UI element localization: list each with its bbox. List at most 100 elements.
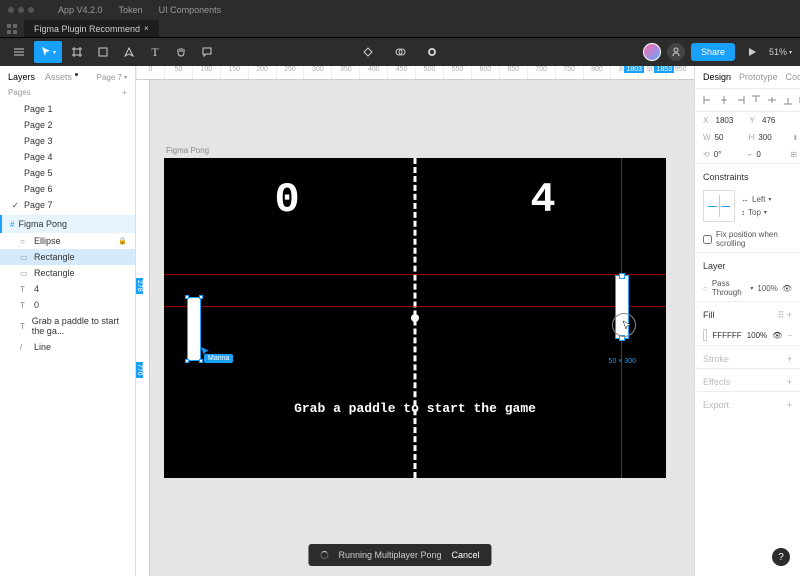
ruler-vertical[interactable]: 278 776 bbox=[136, 80, 150, 576]
dimension-label: 50 × 300 bbox=[609, 358, 636, 365]
page-item[interactable]: ✓Page 7 bbox=[0, 197, 135, 213]
eye-icon[interactable]: 👁 bbox=[772, 331, 782, 340]
layer-header: Layer bbox=[703, 261, 726, 271]
hand-tool[interactable] bbox=[170, 41, 192, 63]
toast-cancel-button[interactable]: Cancel bbox=[452, 550, 480, 560]
align-controls bbox=[695, 89, 800, 112]
layer-item[interactable]: ▭Rectangle bbox=[0, 249, 135, 265]
export-header: Export bbox=[703, 400, 729, 410]
left-panel: Layers Assets Page 7▾ Pages + Page 1Page… bbox=[0, 66, 136, 576]
add-fill-icon[interactable]: + bbox=[787, 310, 792, 320]
avatar[interactable] bbox=[643, 43, 661, 61]
canvas[interactable]: 0501001502002503003504004505005506006507… bbox=[136, 66, 694, 576]
align-top-icon[interactable] bbox=[751, 95, 761, 105]
fix-scroll-checkbox[interactable] bbox=[703, 235, 712, 244]
tab-layers[interactable]: Layers bbox=[8, 72, 35, 82]
layer-item[interactable]: TGrab a paddle to start the ga... bbox=[0, 313, 135, 339]
tab-design[interactable]: Design bbox=[703, 72, 731, 82]
tab-prototype[interactable]: Prototype bbox=[739, 72, 778, 82]
share-button[interactable]: Share bbox=[691, 43, 735, 61]
align-bottom-icon[interactable] bbox=[783, 95, 793, 105]
pong-frame[interactable]: 0 4 Grab a paddle to start the game Mari… bbox=[164, 158, 666, 478]
w-input[interactable] bbox=[715, 133, 745, 142]
fill-opacity[interactable]: 100% bbox=[747, 331, 767, 340]
tab-assets[interactable]: Assets bbox=[45, 72, 72, 82]
page-item[interactable]: Page 4 bbox=[0, 149, 135, 165]
menu-app[interactable]: App V4.2.0 bbox=[58, 5, 103, 15]
layer-item[interactable]: T0 bbox=[0, 297, 135, 313]
page-item[interactable]: Page 1 bbox=[0, 101, 135, 117]
y-input[interactable] bbox=[762, 116, 792, 125]
align-vcenter-icon[interactable] bbox=[767, 95, 777, 105]
component-icon[interactable] bbox=[357, 41, 379, 63]
right-panel: Design Prototype Code XY WH⬍ ⟲⌐⊞ Constra… bbox=[694, 66, 800, 576]
layer-item[interactable]: ○Ellipse🔒 bbox=[0, 233, 135, 249]
h-input[interactable] bbox=[758, 133, 788, 142]
frame-layer[interactable]: # Figma Pong bbox=[0, 215, 135, 233]
frame-label[interactable]: Figma Pong bbox=[166, 146, 209, 155]
smart-guide bbox=[164, 306, 666, 307]
menu-icon[interactable] bbox=[8, 41, 30, 63]
constraint-widget[interactable] bbox=[703, 190, 735, 222]
constraint-v-select[interactable]: ↕ Top ▾ bbox=[741, 208, 771, 217]
score-right: 4 bbox=[530, 176, 555, 224]
tab-code[interactable]: Code bbox=[786, 72, 800, 82]
menu-ui-components[interactable]: UI Components bbox=[159, 5, 222, 15]
avatar-extra[interactable] bbox=[667, 43, 685, 61]
tab-active[interactable]: Figma Plugin Recommend × bbox=[24, 20, 159, 37]
align-left-icon[interactable] bbox=[703, 95, 713, 105]
x-input[interactable] bbox=[716, 116, 746, 125]
rotation-input[interactable] bbox=[714, 150, 744, 159]
constraints-header: Constraints bbox=[703, 172, 749, 182]
effects-header: Effects bbox=[703, 377, 730, 387]
zoom-level[interactable]: 51%▾ bbox=[769, 47, 792, 57]
ruler-horizontal[interactable]: 0501001502002503003504004505005506006507… bbox=[136, 66, 694, 80]
fill-header: Fill bbox=[703, 310, 715, 321]
close-icon[interactable]: × bbox=[144, 24, 149, 33]
move-tool[interactable]: ▾ bbox=[34, 41, 62, 63]
frame-tool[interactable] bbox=[66, 41, 88, 63]
paddle-left[interactable] bbox=[188, 298, 200, 360]
help-button[interactable]: ? bbox=[772, 548, 790, 566]
home-icon[interactable] bbox=[0, 18, 24, 40]
fill-hex[interactable]: FFFFFF bbox=[712, 331, 741, 340]
layer-opacity[interactable]: 100% bbox=[757, 284, 777, 293]
align-right-icon[interactable] bbox=[735, 95, 745, 105]
corners-icon[interactable]: ⊞ bbox=[790, 150, 797, 159]
cursor-icon bbox=[622, 320, 632, 330]
add-effect-icon[interactable]: + bbox=[787, 377, 792, 387]
layer-item[interactable]: ▭Rectangle bbox=[0, 265, 135, 281]
fill-style-icon[interactable]: ⠿ bbox=[778, 310, 785, 320]
add-export-icon[interactable]: + bbox=[787, 400, 792, 410]
page-selector[interactable]: Page 7▾ bbox=[97, 73, 127, 82]
page-item[interactable]: Page 3 bbox=[0, 133, 135, 149]
text-tool[interactable]: T bbox=[144, 41, 166, 63]
remove-fill-icon[interactable]: − bbox=[787, 331, 792, 340]
page-item[interactable]: Page 2 bbox=[0, 117, 135, 133]
radius-input[interactable] bbox=[756, 150, 786, 159]
layer-item[interactable]: /Line bbox=[0, 339, 135, 355]
blend-mode-select[interactable]: Pass Through bbox=[712, 279, 747, 297]
shape-tool[interactable] bbox=[92, 41, 114, 63]
fill-swatch[interactable] bbox=[703, 329, 707, 341]
pen-tool[interactable] bbox=[118, 41, 140, 63]
eye-icon[interactable]: 👁 bbox=[782, 284, 792, 293]
menu-token[interactable]: Token bbox=[119, 5, 143, 15]
comment-tool[interactable] bbox=[196, 41, 218, 63]
window-traffic-lights[interactable] bbox=[8, 7, 34, 13]
link-icon[interactable]: ⬍ bbox=[792, 134, 798, 142]
page-item[interactable]: Page 6 bbox=[0, 181, 135, 197]
present-icon[interactable] bbox=[741, 41, 763, 63]
mask-icon[interactable] bbox=[389, 41, 411, 63]
toolbar: ▾ T Share 51%▾ bbox=[0, 38, 800, 66]
boolean-icon[interactable] bbox=[421, 41, 443, 63]
align-hcenter-icon[interactable] bbox=[719, 95, 729, 105]
constraint-h-select[interactable]: ↔ Left ▾ bbox=[741, 195, 771, 204]
add-stroke-icon[interactable]: + bbox=[787, 354, 792, 364]
layer-item[interactable]: T4 bbox=[0, 281, 135, 297]
os-menubar: App V4.2.0 Token UI Components bbox=[0, 0, 800, 20]
instruction-text: Grab a paddle to start the game bbox=[164, 401, 666, 416]
page-item[interactable]: Page 5 bbox=[0, 165, 135, 181]
add-page-icon[interactable]: + bbox=[122, 88, 127, 97]
ball[interactable] bbox=[411, 314, 419, 322]
